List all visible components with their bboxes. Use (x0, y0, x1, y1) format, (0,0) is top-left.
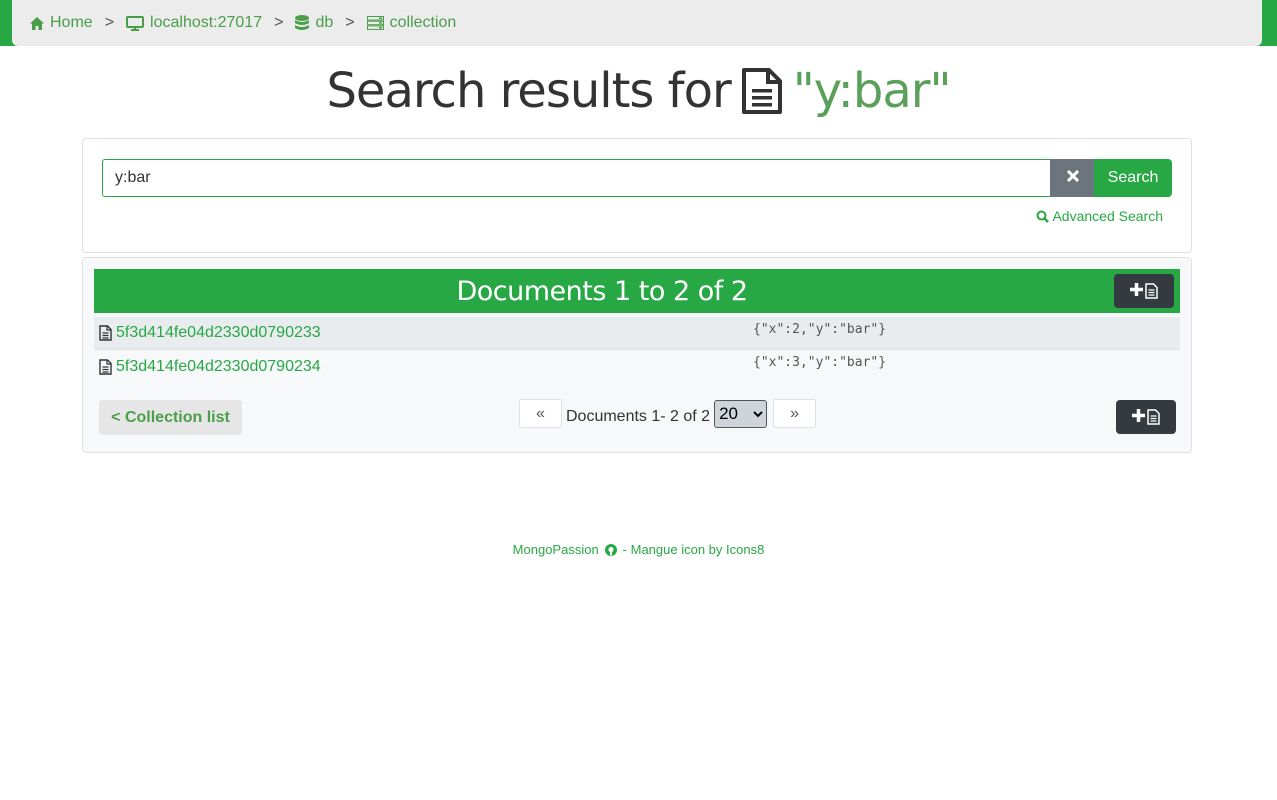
document-json: {"x":2,"y":"bar"} (753, 322, 887, 337)
file-icon (99, 358, 112, 375)
github-icon[interactable] (604, 543, 617, 556)
server-icon (366, 16, 384, 30)
page-title-prefix: Search results for (326, 63, 731, 119)
file-text-icon (741, 67, 783, 115)
pagination-text: Documents 1- 2 of 2 (566, 407, 711, 425)
document-json: {"x":3,"y":"bar"} (753, 355, 887, 370)
pagination: « Documents 1- 2 of 2 20 » (519, 399, 817, 428)
breadcrumb-home[interactable]: Home (30, 14, 93, 32)
breadcrumb-server-label: localhost:27017 (150, 14, 263, 31)
file-icon (1145, 283, 1158, 299)
collection-list-button[interactable]: < Collection list (99, 400, 242, 435)
breadcrumb-server[interactable]: localhost:27017 (126, 14, 262, 32)
monitor-icon (126, 15, 145, 31)
breadcrumb-collection[interactable]: collection (366, 14, 457, 32)
breadcrumb-separator: > (345, 14, 355, 31)
page-title-query: "y:bar" (792, 63, 952, 119)
breadcrumb-separator: > (274, 14, 284, 31)
close-icon (1066, 169, 1079, 187)
table-row: 5f3d414fe04d2330d0790234 {"x":3,"y":"bar… (94, 350, 1180, 383)
document-id-link[interactable]: 5f3d414fe04d2330d0790233 (116, 324, 321, 342)
search-icon (1036, 210, 1050, 223)
database-icon (295, 15, 310, 31)
search-card: Search Advanced Search (82, 138, 1192, 253)
page-title: Search results for "y:bar" (0, 62, 1277, 120)
results-card: Documents 1 to 2 of 2 5f3d414fe04d2330d0… (82, 257, 1192, 453)
next-page-button[interactable]: » (773, 399, 817, 428)
breadcrumb-db-label: db (315, 14, 334, 31)
home-icon (30, 16, 44, 30)
plus-icon (1132, 409, 1145, 425)
results-title: Documents 1 to 2 of 2 (456, 275, 748, 307)
footer-brand-link[interactable]: MongoPassion (513, 542, 599, 557)
page-size-select[interactable]: 20 (714, 399, 768, 428)
add-document-button[interactable] (1116, 400, 1176, 434)
breadcrumb-home-label: Home (50, 14, 93, 31)
search-input[interactable] (102, 159, 1050, 197)
advanced-search-link[interactable]: Advanced Search (1036, 208, 1163, 224)
previous-page-button[interactable]: « (519, 399, 562, 428)
clear-search-button[interactable] (1050, 159, 1095, 197)
breadcrumb-separator: > (104, 14, 115, 31)
add-document-button[interactable] (1114, 274, 1174, 308)
table-row: 5f3d414fe04d2330d0790233 {"x":2,"y":"bar… (94, 317, 1180, 350)
footer: MongoPassion - Mangue icon by Icons8 (0, 542, 1277, 557)
breadcrumb-db[interactable]: db (295, 14, 333, 32)
results-header: Documents 1 to 2 of 2 (94, 269, 1180, 313)
file-icon (99, 325, 112, 341)
file-icon (1147, 409, 1160, 425)
search-button[interactable]: Search (1094, 159, 1172, 197)
document-id-link[interactable]: 5f3d414fe04d2330d0790234 (116, 358, 321, 376)
advanced-search-label: Advanced Search (1052, 208, 1163, 224)
breadcrumb: Home > localhost:27017 > db > collection (12, 0, 1262, 46)
footer-credit-link[interactable]: - Mangue icon by Icons8 (623, 542, 765, 557)
plus-icon (1130, 283, 1143, 299)
breadcrumb-collection-label: collection (389, 14, 457, 31)
